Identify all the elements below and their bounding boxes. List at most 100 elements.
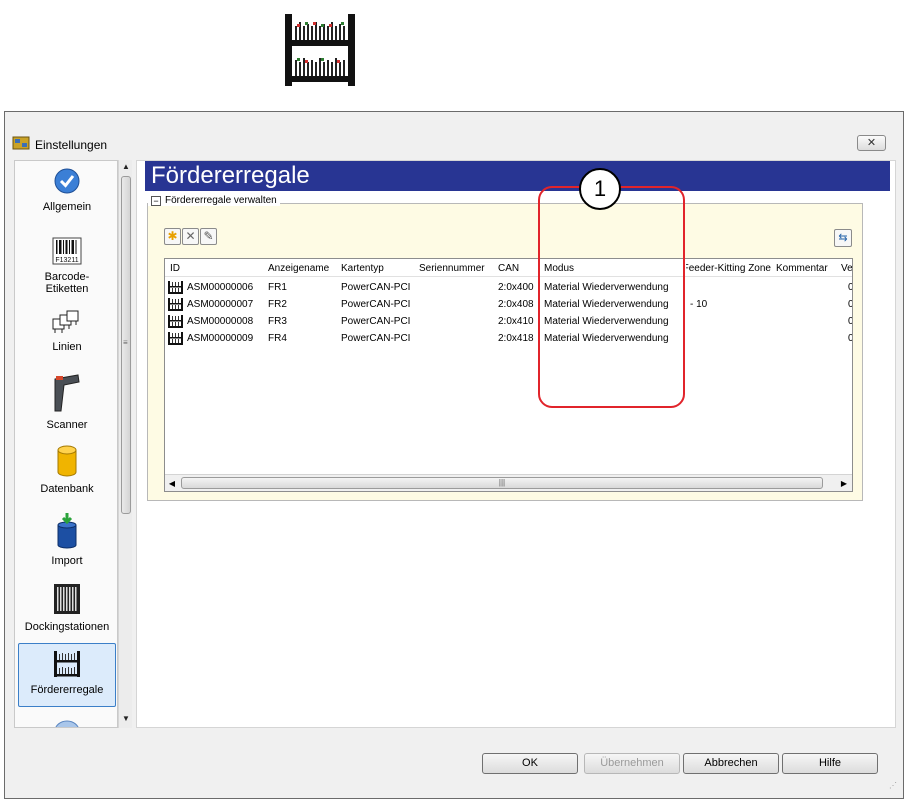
- cell-mode: Material Wiederverwendung: [544, 282, 669, 293]
- scroll-down-arrow[interactable]: ▼: [119, 712, 133, 726]
- sidebar-item-label: Datenbank: [40, 483, 94, 495]
- sidebar-item-dockingstationen[interactable]: Dockingstationen: [15, 583, 117, 633]
- sidebar-item-label: Linien: [52, 341, 82, 353]
- sidebar-scrollbar[interactable]: ▲ ≡ ▼: [118, 160, 132, 728]
- cell-name: FR2: [268, 299, 287, 310]
- feeder-rack-row-icon: [168, 315, 183, 328]
- cell-type: PowerCAN-PCI: [341, 316, 411, 327]
- barcode-label-icon: F13211: [52, 237, 82, 265]
- main-panel: Fördererregale − Fördererregale verwalte…: [136, 160, 896, 728]
- scanner-icon: [54, 374, 80, 412]
- sidebar-item-label: Allgemein: [42, 201, 92, 213]
- help-button[interactable]: Hilfe: [782, 753, 878, 774]
- sidebar-item-label: Fördererregale: [30, 684, 104, 696]
- cell-id: ASM00000007: [187, 299, 254, 310]
- sidebar-item-foerdererregale[interactable]: Fördererregale: [18, 643, 116, 707]
- sidebar-item-label: Scanner: [46, 419, 88, 431]
- cell-zone: - 10: [690, 299, 708, 310]
- table-header: ID Anzeigename Kartentyp Seriennummer CA…: [165, 259, 852, 277]
- settings-app-icon: [12, 136, 30, 150]
- cell-mode: Material Wiederverwendung: [544, 316, 669, 327]
- import-icon: [57, 513, 77, 549]
- cell-can: 2:0x410: [498, 316, 534, 327]
- feeder-rack-icon: [54, 651, 80, 677]
- cell-ve: 0.0: [848, 333, 852, 344]
- table-row[interactable]: ASM00000008 FR3 PowerCAN-PCI 2:0x410 Materia…: [165, 313, 852, 330]
- feeder-rack-group: − Fördererregale verwalten ✱ ✕ ✎ ⇆ ID An…: [147, 195, 863, 501]
- settings-dialog: Einstellungen ✕ Allgemein F13211 Barcode…: [4, 111, 904, 799]
- window-title: Einstellungen: [35, 138, 108, 152]
- cell-ve: 0.0: [848, 282, 852, 293]
- cell-id: ASM00000006: [187, 282, 254, 293]
- hscroll-thumb[interactable]: |||: [181, 477, 823, 489]
- check-circle-icon: [54, 168, 80, 194]
- docking-station-icon: [54, 584, 80, 614]
- table-row[interactable]: ASM00000009 FR4 PowerCAN-PCI 2:0x418 Materia…: [165, 330, 852, 347]
- sidebar-item-linien[interactable]: Linien: [15, 309, 117, 353]
- feeder-rack-row-icon: [168, 281, 183, 294]
- barcode-label-text: F13211: [55, 257, 78, 264]
- sidebar-item-label: Import: [51, 555, 83, 567]
- sidebar-item-import[interactable]: Import: [15, 513, 117, 567]
- callout-number: 1: [579, 168, 621, 210]
- table-row[interactable]: ASM00000006 FR1 PowerCAN-PCI 2:0x400 Materia…: [165, 279, 852, 296]
- cell-id: ASM00000009: [187, 333, 254, 344]
- scroll-left-arrow[interactable]: ◀: [165, 475, 179, 491]
- scroll-right-arrow[interactable]: ▶: [837, 475, 851, 491]
- delete-button[interactable]: ✕: [182, 228, 199, 245]
- column-header-modus[interactable]: Modus: [544, 263, 574, 274]
- sidebar-item-datenbank[interactable]: Datenbank: [15, 445, 117, 495]
- cell-name: FR1: [268, 282, 287, 293]
- ok-button[interactable]: OK: [482, 753, 578, 774]
- sidebar-item-allgemein[interactable]: Allgemein: [15, 167, 117, 213]
- settings-sidebar: Allgemein F13211 Barcode-Etiketten Linie…: [14, 160, 118, 728]
- title-bar: Einstellungen ✕: [5, 112, 903, 158]
- grid-toolbar: ✱ ✕ ✎: [164, 228, 217, 245]
- cell-ve: 0.0: [848, 316, 852, 327]
- sidebar-item-label: Barcode-Etiketten: [44, 271, 90, 295]
- add-button[interactable]: ✱: [164, 228, 181, 245]
- cell-can: 2:0x418: [498, 333, 534, 344]
- cell-name: FR4: [268, 333, 287, 344]
- column-header-can[interactable]: CAN: [498, 263, 519, 274]
- database-icon: [57, 445, 77, 477]
- column-header-kommentar[interactable]: Kommentar: [776, 263, 828, 274]
- feeder-rack-icon: [285, 14, 355, 86]
- feeder-rack-row-icon: [168, 298, 183, 311]
- group-label: Fördererregale verwalten: [165, 195, 277, 206]
- cell-name: FR3: [268, 316, 287, 327]
- column-header-anzeigename[interactable]: Anzeigename: [268, 263, 329, 274]
- cell-can: 2:0x400: [498, 282, 534, 293]
- partial-next-item-icon: [55, 720, 79, 727]
- page-title: Fördererregale: [145, 161, 890, 191]
- sidebar-item-scanner[interactable]: Scanner: [15, 373, 117, 431]
- column-header-id[interactable]: ID: [170, 263, 180, 274]
- feeder-rack-row-icon: [168, 332, 183, 345]
- cell-type: PowerCAN-PCI: [341, 299, 411, 310]
- table-hscrollbar[interactable]: ◀ ||| ▶: [165, 474, 852, 491]
- cell-id: ASM00000008: [187, 316, 254, 327]
- column-header-kartentyp[interactable]: Kartentyp: [341, 263, 384, 274]
- cell-mode: Material Wiederverwendung: [544, 333, 669, 344]
- cell-type: PowerCAN-PCI: [341, 333, 411, 344]
- scroll-up-arrow[interactable]: ▲: [119, 160, 133, 174]
- cell-can: 2:0x408: [498, 299, 534, 310]
- edit-button[interactable]: ✎: [200, 228, 217, 245]
- cancel-button[interactable]: Abbrechen: [683, 753, 779, 774]
- table-row[interactable]: ASM00000007 FR2 PowerCAN-PCI 2:0x408 Materia…: [165, 296, 852, 313]
- group-header: − Fördererregale verwalten: [148, 195, 280, 206]
- resize-grip-icon[interactable]: ⋰: [889, 781, 897, 790]
- cell-type: PowerCAN-PCI: [341, 282, 411, 293]
- sidebar-item-barcode-etiketten[interactable]: F13211 Barcode-Etiketten: [15, 237, 117, 295]
- apply-button[interactable]: Übernehmen: [584, 753, 680, 774]
- column-header-ve[interactable]: Ve: [841, 263, 852, 274]
- column-header-feeder-kitting-zone[interactable]: Feeder-Kitting Zone: [686, 263, 771, 274]
- refresh-button[interactable]: ⇆: [834, 229, 852, 247]
- column-header-seriennummer[interactable]: Seriennummer: [419, 263, 485, 274]
- splitter-grip-icon: ≡: [123, 338, 128, 347]
- close-button[interactable]: ✕: [857, 135, 886, 151]
- collapse-toggle[interactable]: −: [151, 195, 161, 206]
- sidebar-item-label: Dockingstationen: [24, 621, 110, 633]
- cell-mode: Material Wiederverwendung: [544, 299, 669, 310]
- line-machines-icon: [52, 310, 79, 333]
